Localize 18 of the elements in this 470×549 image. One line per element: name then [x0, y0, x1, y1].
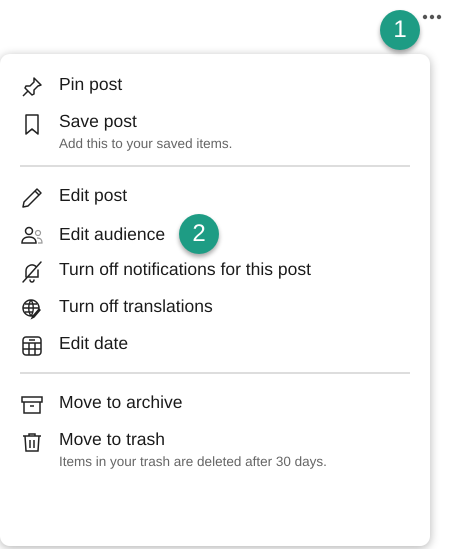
calendar-icon	[20, 334, 44, 358]
pin-icon	[20, 75, 44, 99]
menu-item[interactable]: Pin post	[59, 74, 122, 95]
callout-badge: 2	[179, 214, 220, 254]
callout-badge: 1	[380, 10, 420, 50]
item-description: Items in your trash are deleted after 30 days.	[59, 454, 327, 469]
menu-item[interactable]: Edit post	[59, 185, 128, 206]
menu-item[interactable]: Edit date	[59, 333, 128, 354]
menu-item[interactable]: Turn off translations	[59, 296, 213, 317]
bell-off-icon	[20, 260, 44, 284]
more-icon[interactable]	[422, 14, 442, 20]
menu-item[interactable]: Turn off notifications for this post	[59, 259, 311, 280]
menu-item[interactable]: Save post	[59, 111, 137, 132]
menu-item[interactable]: Move to archive	[59, 392, 183, 413]
menu-item[interactable]: Edit audience	[59, 224, 166, 244]
pencil-icon	[20, 186, 44, 210]
menu-item[interactable]: Move to trash	[59, 429, 166, 450]
item-description: Add this to your saved items.	[59, 136, 232, 151]
